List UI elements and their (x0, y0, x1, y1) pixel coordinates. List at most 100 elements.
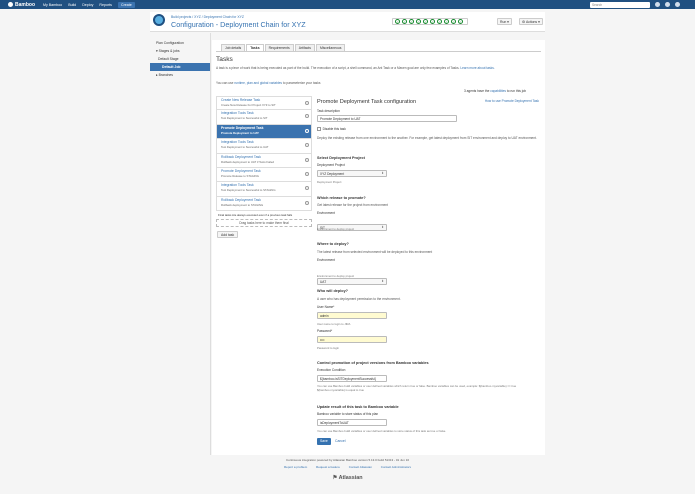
password-input[interactable]: •••• (317, 336, 387, 343)
task-name: Create New Release Task (221, 98, 261, 102)
stage-success-icon[interactable]: ✓ (451, 19, 456, 24)
tab-requirements[interactable]: Requirements (264, 44, 294, 51)
stage-success-icon[interactable]: ✓ (430, 19, 435, 24)
remove-task-icon[interactable] (305, 171, 309, 176)
task-description-input[interactable]: Promote Deployment to UAT (317, 115, 457, 122)
footer-link-report-problem[interactable]: Report a problem (284, 465, 307, 469)
bamboo-logo-icon (8, 2, 13, 7)
execution-condition-label: Execution Condition (317, 368, 346, 372)
task-list-item[interactable]: Integration Tools Task Test Deployment to… (216, 110, 312, 125)
footer-links: Report a problem Request a feature Conta… (150, 465, 545, 469)
task-list-item[interactable]: Rollback Deployment Task Rollback deploym… (216, 153, 312, 168)
tab-divider (216, 51, 541, 52)
create-button[interactable]: Create (117, 1, 135, 8)
agents-prefix: 3 agents have the (464, 89, 491, 93)
stage-success-icon[interactable]: ✓ (395, 19, 400, 24)
chevron-updown-icon: ⇕ (381, 171, 384, 175)
task-description: Test Deployment to Successful to SIT (221, 116, 268, 121)
sidebar: Plan Configuration ▾ Stages & jobs Defau… (150, 33, 211, 455)
remove-task-icon[interactable] (305, 114, 309, 119)
password-label: Password* (317, 329, 333, 333)
help-icon[interactable] (655, 2, 660, 7)
who-heading: Who will deploy? (317, 289, 349, 293)
nav-reports[interactable]: Reports (99, 3, 112, 7)
execution-condition-input[interactable]: ${bamboo.isSITDeploymentSuccessful} (317, 375, 387, 382)
search-input[interactable]: Search (590, 1, 650, 8)
stage-status-indicators[interactable]: ✓ ✓ ✓ ✓ ✓ ✓ ✓ ✓ ✓ ✓ (392, 18, 468, 25)
env-to-value: UAT (320, 280, 327, 284)
stage-success-icon[interactable]: ✓ (437, 19, 442, 24)
page-title: Configuration - Deployment Chain for XYZ (171, 20, 306, 29)
env-to-select[interactable]: UAT ⇕ (317, 278, 387, 285)
atlassian-logo-text: Atlassian (338, 475, 363, 481)
user-avatar-icon[interactable] (675, 2, 680, 7)
add-task-button[interactable]: Add task (217, 231, 239, 238)
sidebar-item-plan-configuration[interactable]: Plan Configuration (150, 39, 210, 47)
task-list-item[interactable]: Create New Release Task Create New Releas… (216, 96, 312, 111)
breadcrumb[interactable]: Build projects / XYZ / Deployment Chain … (171, 15, 244, 19)
remove-task-icon[interactable] (305, 186, 309, 191)
update-variable-input[interactable]: isDeploymentToUAT (317, 419, 387, 426)
task-description: Rollback deployment to UAT if Tests Fail… (221, 159, 275, 164)
learn-more-link[interactable]: Learn more about tasks. (460, 66, 494, 70)
sidebar-item-branches[interactable]: ▸ Branches (150, 71, 210, 79)
footer-link-request-feature[interactable]: Request a feature (316, 465, 340, 469)
task-list-item[interactable]: Integration Tools Task Test Deployment to… (216, 182, 312, 197)
tab-job-details[interactable]: Job details (221, 44, 246, 51)
plan-avatar-icon (153, 14, 165, 26)
bamboo-logo[interactable]: Bamboo (8, 2, 35, 8)
project-label: Deployment Project (317, 163, 345, 167)
tab-tasks[interactable]: Tasks (246, 44, 264, 51)
footer-version: Continuous integration powered by Atlass… (285, 458, 410, 462)
disable-task-label: Disable this task (322, 127, 346, 131)
sidebar-item-stages-jobs[interactable]: ▾ Stages & jobs (150, 47, 210, 55)
sidebar-item-default-stage[interactable]: Default Stage (150, 55, 210, 63)
footer: Continuous integration powered by Atlass… (150, 458, 545, 481)
task-name: Promote Deployment Task (221, 125, 264, 130)
remove-task-icon[interactable] (305, 200, 309, 205)
nav-deploy[interactable]: Deploy (82, 3, 93, 7)
stage-success-icon[interactable]: ✓ (409, 19, 414, 24)
run-button[interactable]: Run ▾ (497, 18, 512, 25)
update-result-heading: Update result of this task to Bamboo var… (317, 405, 399, 409)
user-name-input[interactable]: admin (317, 312, 387, 319)
variables-hint: You can use runtime, plan and global var… (216, 81, 320, 85)
project-select[interactable]: XYZ Deployment ⇕ (317, 170, 387, 177)
nav-my-bamboo[interactable]: My Bamboo (43, 3, 62, 7)
task-list-item[interactable]: Promote Deployment Task Promote Deploymen… (216, 124, 312, 140)
task-description: Promote Deployment to UAT (221, 130, 259, 135)
task-intro: Deploy the existing release from one env… (317, 136, 537, 140)
disable-task-row[interactable]: Disable this task (317, 127, 346, 131)
tab-artifacts[interactable]: Artifacts (294, 44, 315, 51)
stage-success-icon[interactable]: ✓ (423, 19, 428, 24)
task-list-item[interactable]: Promote Deployment Task Promote Release t… (216, 167, 312, 183)
disable-task-checkbox[interactable] (317, 127, 321, 131)
remove-task-icon[interactable] (305, 101, 309, 105)
footer-link-contact-admins[interactable]: Contact Administrators (381, 465, 411, 469)
remove-task-icon[interactable] (305, 128, 309, 133)
capabilities-link[interactable]: capabilities (490, 89, 506, 93)
task-list-item[interactable]: Integration Tools Task Test Deployment to… (216, 139, 312, 154)
remove-task-icon[interactable] (305, 157, 309, 162)
agents-suffix: to run this job (506, 89, 527, 93)
variables-hint-prefix: You can use (216, 81, 235, 85)
save-button[interactable]: Save (317, 438, 331, 445)
sidebar-item-default-job[interactable]: Default Job (150, 63, 210, 71)
help-link[interactable]: How to use Promote Deployment Task (473, 99, 539, 104)
stage-success-icon[interactable]: ✓ (402, 19, 407, 24)
tasks-description-text: A task is a piece of work that is being … (216, 66, 460, 70)
footer-link-contact-atlassian[interactable]: Contact Atlassian (349, 465, 372, 469)
task-list-item[interactable]: Rollback Deployment Task Rollback deploym… (216, 196, 312, 212)
env-to-help: Environment to deploy project (317, 274, 355, 278)
final-tasks-drop-zone[interactable]: Drag tasks here to make them final (216, 219, 312, 228)
stage-success-icon[interactable]: ✓ (458, 19, 463, 24)
variables-link[interactable]: runtime, plan and global variables (234, 81, 282, 85)
cancel-link[interactable]: Cancel (335, 439, 346, 443)
settings-gear-icon[interactable] (665, 2, 670, 7)
remove-task-icon[interactable] (305, 143, 309, 148)
nav-build[interactable]: Build (68, 3, 76, 7)
stage-success-icon[interactable]: ✓ (416, 19, 421, 24)
tab-miscellaneous[interactable]: Miscellaneous (315, 44, 346, 51)
actions-button[interactable]: ⚙ Actions ▾ (519, 18, 543, 25)
stage-success-icon[interactable]: ✓ (444, 19, 449, 24)
